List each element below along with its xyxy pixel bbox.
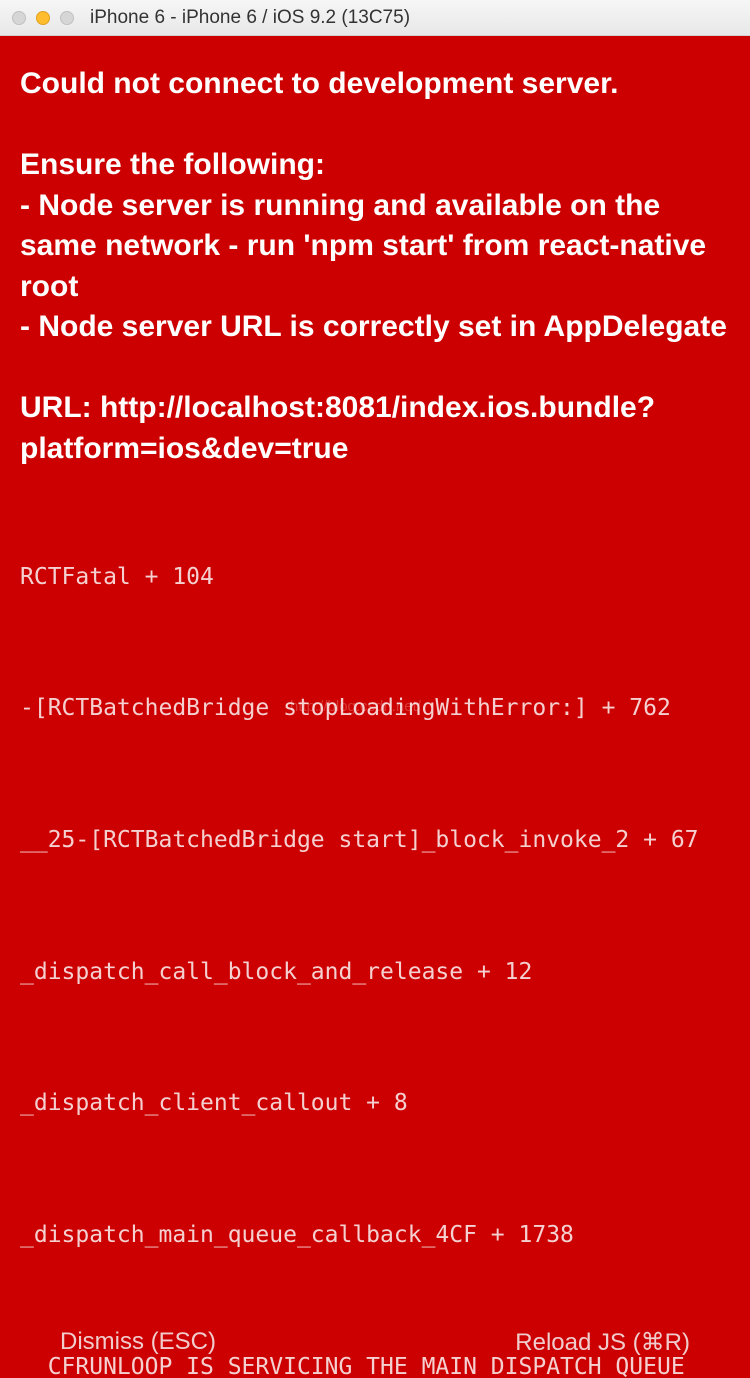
traffic-lights	[12, 11, 74, 25]
stack-trace: RCTFatal + 104 -[RCTBatchedBridge stopLo…	[20, 503, 730, 1378]
window-title: iPhone 6 - iPhone 6 / iOS 9.2 (13C75)	[90, 7, 738, 29]
title-bar: iPhone 6 - iPhone 6 / iOS 9.2 (13C75)	[0, 0, 750, 36]
stack-frame: _dispatch_call_block_and_release + 12	[20, 958, 730, 988]
stack-frame: _dispatch_client_callout + 8	[20, 1089, 730, 1119]
simulator-window: iPhone 6 - iPhone 6 / iOS 9.2 (13C75) Co…	[0, 0, 750, 1378]
reload-button[interactable]: Reload JS (⌘R)	[515, 1328, 690, 1357]
maximize-icon[interactable]	[60, 11, 74, 25]
stack-frame: -[RCTBatchedBridge stopLoadingWithError:…	[20, 694, 730, 724]
footer-bar: Dismiss (ESC) Reload JS (⌘R)	[0, 1306, 750, 1378]
error-screen: Could not connect to development server.…	[0, 36, 750, 1378]
dismiss-button[interactable]: Dismiss (ESC)	[60, 1328, 216, 1356]
error-message: Could not connect to development server.…	[20, 64, 730, 469]
stack-frame: __25-[RCTBatchedBridge start]_block_invo…	[20, 826, 730, 856]
minimize-icon[interactable]	[36, 11, 50, 25]
stack-frame: RCTFatal + 104	[20, 563, 730, 593]
stack-frame: _dispatch_main_queue_callback_4CF + 1738	[20, 1221, 730, 1251]
close-icon[interactable]	[12, 11, 26, 25]
